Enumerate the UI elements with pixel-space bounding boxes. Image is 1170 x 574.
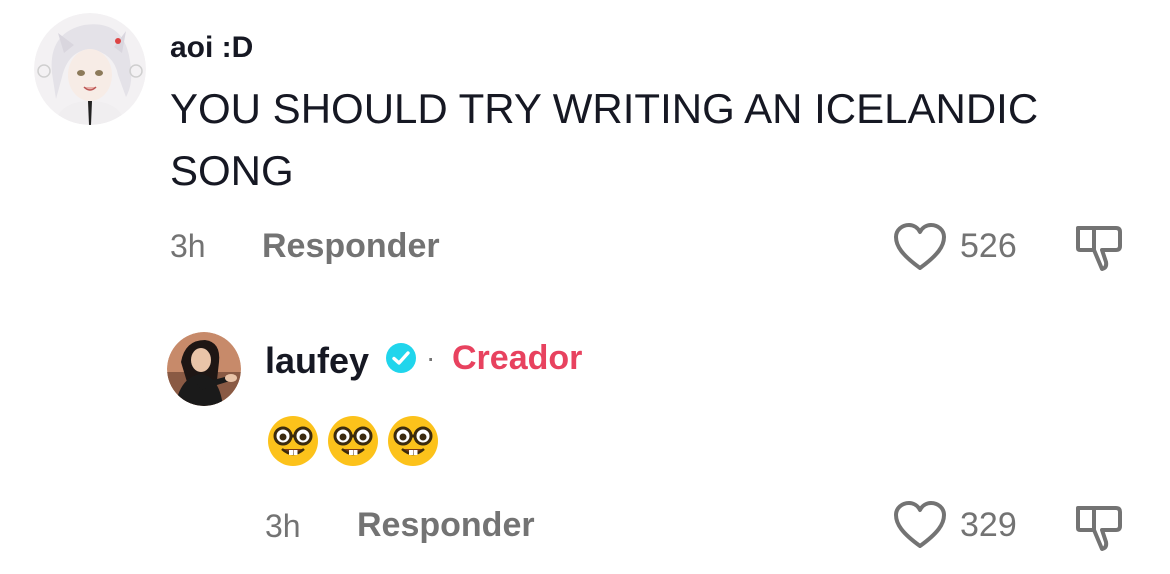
verified-badge-icon	[385, 342, 417, 374]
creator-avatar-icon[interactable]	[167, 332, 241, 406]
commenter-username[interactable]: aoi :D	[170, 33, 253, 63]
reply-button[interactable]: Responder	[357, 508, 535, 542]
like-count: 526	[960, 227, 1017, 265]
commenter-avatar-icon[interactable]	[34, 13, 146, 125]
separator-dot: ·	[426, 342, 436, 373]
reply-timestamp: 3h	[265, 508, 301, 544]
like-count: 329	[960, 506, 1017, 544]
creator-username[interactable]: laufey	[265, 343, 369, 379]
nerd-face-emoji-icon	[386, 414, 440, 468]
comment-timestamp: 3h	[170, 228, 206, 264]
dislike-icon[interactable]	[1072, 502, 1126, 552]
creator-label: Creador	[452, 339, 583, 377]
dislike-icon[interactable]	[1072, 222, 1126, 272]
nerd-face-emoji-icon	[266, 414, 320, 468]
comment-text: YOU SHOULD TRY WRITING AN ICELANDIC SONG	[170, 85, 1039, 194]
like-heart-icon[interactable]	[892, 222, 948, 272]
reply-button[interactable]: Responder	[262, 229, 440, 263]
nerd-face-emoji-icon	[326, 414, 380, 468]
like-heart-icon[interactable]	[892, 500, 948, 550]
